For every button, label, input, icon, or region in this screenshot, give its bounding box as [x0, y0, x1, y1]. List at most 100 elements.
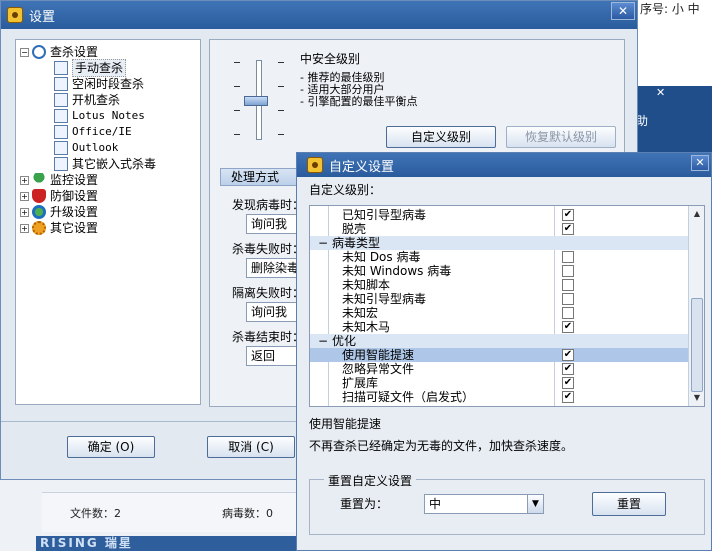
- expand-icon[interactable]: +: [20, 191, 29, 201]
- option-row[interactable]: 未知木马 ✔: [310, 320, 690, 334]
- chevron-down-icon[interactable]: ▼: [527, 495, 543, 513]
- scroll-thumb[interactable]: [691, 298, 703, 392]
- expand-icon[interactable]: +: [20, 223, 29, 233]
- reset-button[interactable]: 重置: [592, 492, 666, 516]
- option-checkbox[interactable]: [562, 265, 574, 277]
- option-checkbox[interactable]: ✔: [562, 321, 574, 333]
- option-checkbox[interactable]: [562, 251, 574, 263]
- list-scrollbar[interactable]: ▲ ▼: [688, 206, 704, 406]
- close-icon: ✕: [617, 4, 629, 18]
- tree-node-upgrade[interactable]: + 升级设置: [20, 204, 196, 220]
- tree-label: 其它嵌入式杀毒: [72, 157, 157, 171]
- option-row[interactable]: 未知宏: [310, 306, 690, 320]
- collapse-icon[interactable]: −: [318, 236, 328, 250]
- option-row[interactable]: 脱壳 ✔: [310, 222, 690, 236]
- slider-tick: [278, 134, 284, 135]
- document-icon: [54, 109, 68, 123]
- settings-titlebar: 设置: [1, 1, 637, 29]
- found-virus-label: 发现病毒时：: [232, 198, 305, 212]
- scroll-down-icon[interactable]: ▼: [691, 392, 703, 404]
- scroll-up-icon[interactable]: ▲: [691, 208, 703, 220]
- option-name: 病毒类型: [332, 236, 381, 250]
- custom-close-button[interactable]: ✕: [691, 155, 709, 171]
- option-category-row[interactable]: − 病毒类型: [310, 236, 690, 250]
- app-icon: [307, 157, 323, 173]
- option-name: 忽略异常文件: [342, 362, 415, 376]
- option-row[interactable]: 扩展库 ✔: [310, 376, 690, 390]
- option-checkbox[interactable]: [562, 307, 574, 319]
- option-row[interactable]: 使用智能提速 ✔: [310, 348, 690, 362]
- tree-node-defense[interactable]: + 防御设置: [20, 188, 196, 204]
- tree-label: Lotus Notes: [72, 109, 145, 122]
- option-checkbox[interactable]: [562, 293, 574, 305]
- found-virus-select[interactable]: 询问我: [246, 214, 300, 234]
- scan-stats-bar: 文件数：2 病毒数：0: [42, 492, 300, 532]
- option-name: 未知引导型病毒: [342, 292, 427, 306]
- tree-item-office-ie[interactable]: Office/IE: [20, 124, 196, 140]
- kill-end-select[interactable]: 返回: [246, 346, 300, 366]
- tree-node-scan-settings[interactable]: − 查杀设置: [20, 44, 196, 60]
- tree-item-lotus-notes[interactable]: Lotus Notes: [20, 108, 196, 124]
- option-checkbox[interactable]: ✔: [562, 377, 574, 389]
- tree-label: 查杀设置: [50, 45, 99, 59]
- kill-end-label: 杀毒结束时：: [232, 330, 305, 344]
- option-desc-text: 不再查杀已经确定为无毒的文件，加快查杀速度。: [309, 439, 574, 453]
- option-checkbox[interactable]: ✔: [562, 363, 574, 375]
- option-row[interactable]: 未知引导型病毒: [310, 292, 690, 306]
- option-checkbox[interactable]: ✔: [562, 209, 574, 221]
- option-checkbox[interactable]: ✔: [562, 391, 574, 403]
- option-row[interactable]: 未知脚本: [310, 278, 690, 292]
- option-checkbox[interactable]: ✔: [562, 349, 574, 361]
- reset-level-select[interactable]: 中 ▼: [424, 494, 544, 514]
- tree-item-embedded-scan[interactable]: 其它嵌入式杀毒: [20, 156, 196, 172]
- option-row[interactable]: 扫描可疑文件（启发式） ✔: [310, 390, 690, 404]
- option-name: 未知木马: [342, 320, 391, 334]
- tree-item-manual-scan[interactable]: 手动查杀: [20, 59, 196, 77]
- option-row[interactable]: 忽略异常文件 ✔: [310, 362, 690, 376]
- slider-thumb[interactable]: [244, 96, 268, 106]
- ok-button[interactable]: 确定 (O): [67, 436, 155, 458]
- rising-logo: RISING 瑞星: [36, 536, 300, 551]
- tree-node-monitor[interactable]: + 监控设置: [20, 172, 196, 188]
- option-name: 未知 Dos 病毒: [342, 250, 421, 264]
- document-icon: [54, 77, 68, 91]
- expand-icon[interactable]: +: [20, 207, 29, 217]
- option-row[interactable]: 未知 Dos 病毒: [310, 250, 690, 264]
- option-row[interactable]: 未知 Windows 病毒: [310, 264, 690, 278]
- isolate-fail-select[interactable]: 询问我: [246, 302, 300, 322]
- kill-fail-select[interactable]: 删除染毒: [246, 258, 300, 278]
- custom-settings-dialog: 自定义设置 ✕ 自定义级别： 已知引导型病毒 ✔ 脱壳 ✔ − 病毒类型 未知 Dos 病毒…: [296, 152, 712, 551]
- document-icon: [54, 61, 68, 75]
- option-row[interactable]: 已知引导型病毒 ✔: [310, 208, 690, 222]
- option-checkbox[interactable]: ✔: [562, 223, 574, 235]
- custom-options-list[interactable]: 已知引导型病毒 ✔ 脱壳 ✔ − 病毒类型 未知 Dos 病毒 未知 Windows 病毒 未知…: [309, 205, 705, 407]
- tree-node-other[interactable]: + 其它设置: [20, 220, 196, 236]
- option-category-row[interactable]: − 优化: [310, 334, 690, 348]
- option-desc-title: 使用智能提速: [309, 417, 382, 431]
- collapse-icon[interactable]: −: [318, 334, 328, 348]
- cancel-button[interactable]: 取消 (C): [207, 436, 295, 458]
- custom-level-button[interactable]: 自定义级别: [386, 126, 496, 148]
- globe-icon: [32, 205, 46, 219]
- collapse-icon[interactable]: −: [20, 47, 29, 57]
- level-description: - 推荐的最佳级别 - 适用大部分用户 - 引擎配置的最佳平衡点: [300, 72, 417, 108]
- tree-item-boot-scan[interactable]: 开机查杀: [20, 92, 196, 108]
- files-count: 文件数：2: [70, 507, 121, 520]
- tree-item-outlook[interactable]: Outlook: [20, 140, 196, 156]
- tree-label: 其它设置: [50, 221, 99, 235]
- expand-icon[interactable]: +: [20, 175, 29, 185]
- option-checkbox[interactable]: [562, 279, 574, 291]
- shield-icon: [32, 189, 46, 203]
- security-level-slider[interactable]: [234, 56, 284, 146]
- background-close-icon[interactable]: ✕: [656, 86, 670, 99]
- custom-titlebar: 自定义设置: [297, 153, 711, 177]
- close-button[interactable]: ✕: [611, 2, 635, 20]
- background-footer: 文件数：2 病毒数：0 RISING 瑞星: [0, 478, 300, 551]
- option-name: 优化: [332, 334, 357, 348]
- option-name: 扩展库: [342, 376, 379, 390]
- app-icon: [7, 7, 23, 23]
- restore-default-button[interactable]: 恢复默认级别: [506, 126, 616, 148]
- document-icon: [54, 157, 68, 171]
- tree-item-idle-scan[interactable]: 空闲时段查杀: [20, 76, 196, 92]
- tree-label: 监控设置: [50, 173, 99, 187]
